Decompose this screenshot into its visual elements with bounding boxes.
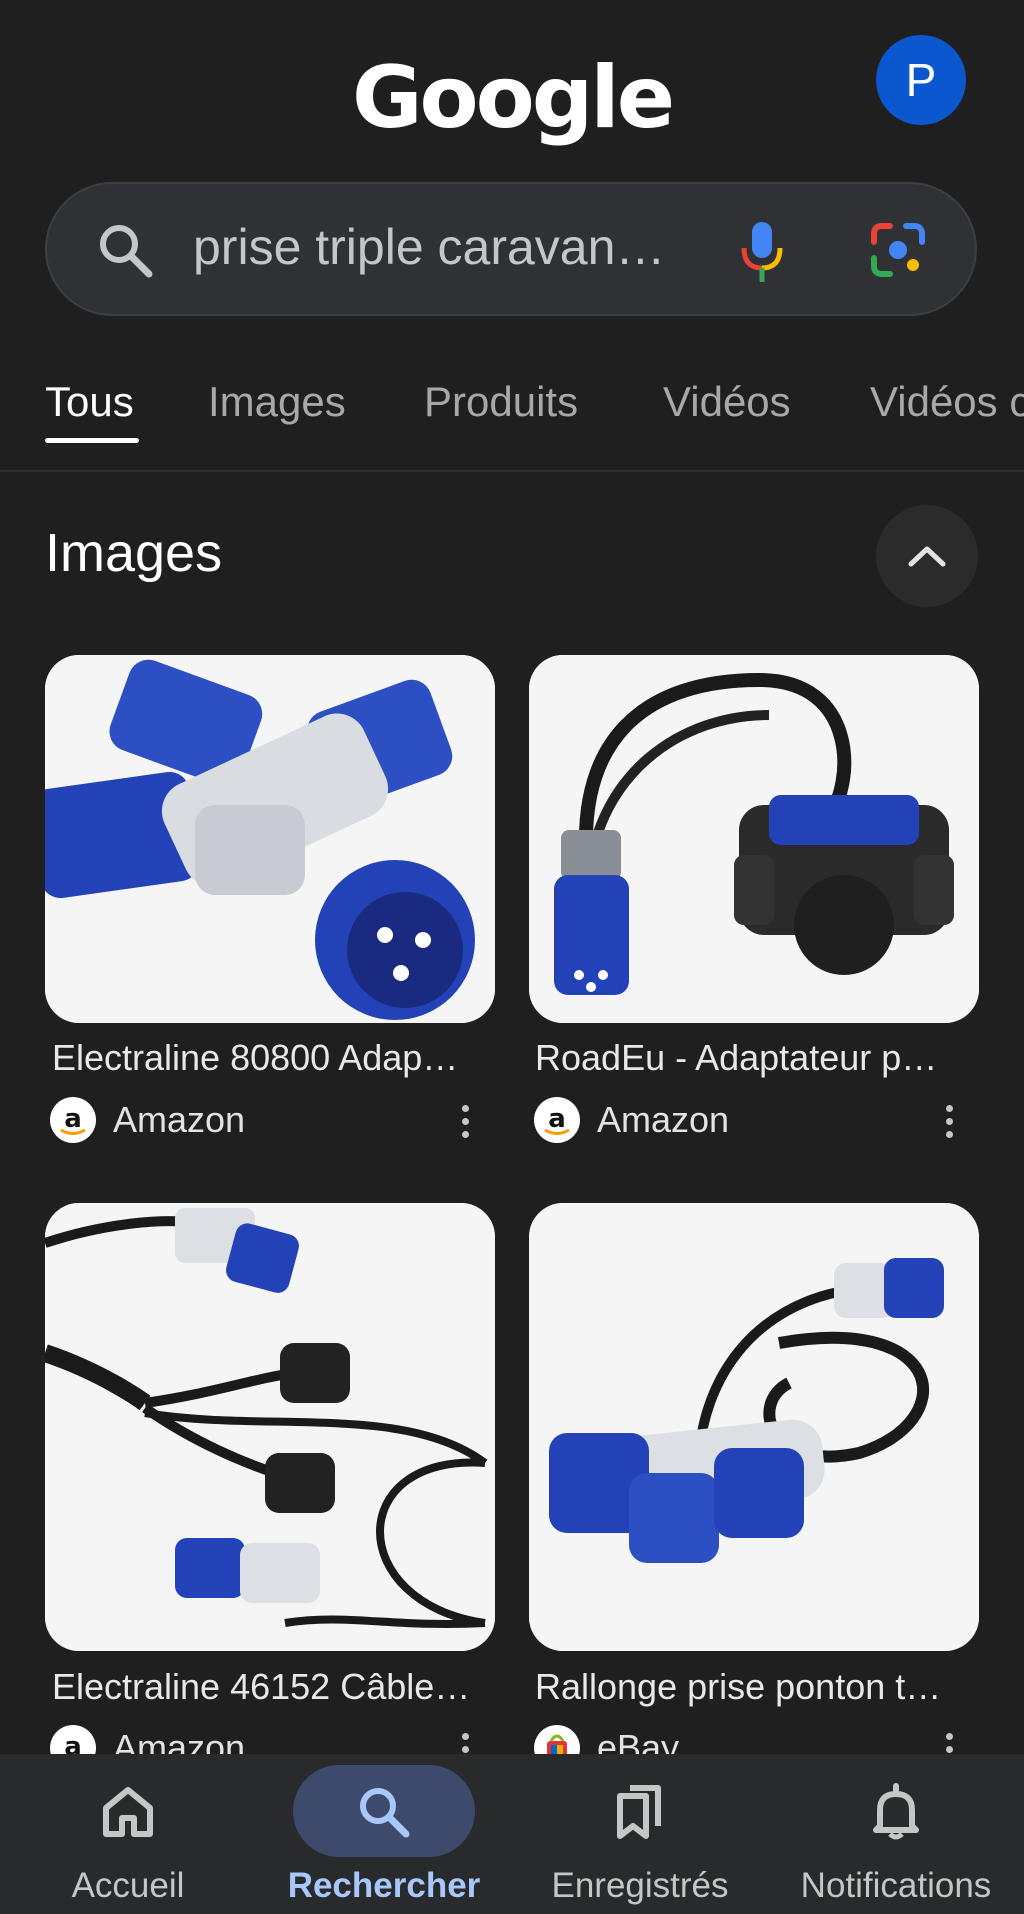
cable-adapter-image bbox=[529, 655, 979, 1023]
splitter-cable-image bbox=[45, 1203, 495, 1651]
nav-item-rechercher[interactable]: Rechercher bbox=[256, 1754, 512, 1914]
search-icon bbox=[360, 1788, 410, 1838]
tab-images[interactable]: Images bbox=[208, 378, 346, 426]
images-section-title: Images bbox=[45, 523, 223, 583]
svg-text:a: a bbox=[64, 1104, 82, 1134]
nav-label: Enregistrés bbox=[551, 1866, 729, 1905]
mic-icon[interactable] bbox=[736, 220, 788, 284]
search-input[interactable]: prise triple caravan… bbox=[193, 218, 665, 276]
chevron-up-icon bbox=[908, 546, 946, 567]
ponton-extension-image bbox=[529, 1203, 979, 1651]
tab-videos[interactable]: Vidéos bbox=[663, 378, 791, 426]
search-icon[interactable] bbox=[95, 220, 155, 280]
result-title-3[interactable]: Electraline 46152 Câble… bbox=[52, 1666, 492, 1708]
nav-label: Accueil bbox=[71, 1866, 185, 1905]
bottom-navigation: Accueil Rechercher Enregistrés Notificat… bbox=[0, 1754, 1024, 1914]
image-result-2[interactable] bbox=[529, 655, 979, 1023]
svg-text:a: a bbox=[548, 1104, 566, 1134]
plug-adapter-image bbox=[45, 655, 495, 1023]
lens-icon[interactable] bbox=[868, 220, 928, 280]
active-tab-indicator bbox=[45, 438, 139, 443]
more-options-icon[interactable] bbox=[459, 1105, 471, 1145]
image-result-1[interactable] bbox=[45, 655, 495, 1023]
tab-tous[interactable]: Tous bbox=[45, 378, 134, 426]
search-tabs: Tous Images Produits Vidéos Vidéos c bbox=[0, 360, 1024, 472]
result-title-2[interactable]: RoadEu - Adaptateur p… bbox=[535, 1037, 975, 1079]
account-avatar[interactable]: P bbox=[876, 35, 966, 125]
bell-icon bbox=[873, 1783, 919, 1840]
tab-produits[interactable]: Produits bbox=[424, 378, 578, 426]
home-icon bbox=[103, 1787, 153, 1837]
nav-label: Notifications bbox=[800, 1866, 992, 1905]
tab-videos-courtes[interactable]: Vidéos c bbox=[870, 378, 1024, 426]
result-title-4[interactable]: Rallonge prise ponton t… bbox=[535, 1666, 975, 1708]
amazon-icon: a bbox=[50, 1097, 96, 1143]
result-source-1: Amazon bbox=[113, 1099, 246, 1140]
bookmarks-icon bbox=[617, 1785, 661, 1839]
nav-label: Rechercher bbox=[287, 1866, 481, 1905]
google-logo[interactable]: Google bbox=[0, 48, 1024, 148]
header: Google P bbox=[0, 0, 1024, 180]
more-options-icon[interactable] bbox=[943, 1105, 955, 1145]
result-title-1[interactable]: Electraline 80800 Adap… bbox=[52, 1037, 492, 1079]
result-source-2: Amazon bbox=[597, 1099, 730, 1140]
image-result-3[interactable] bbox=[45, 1203, 495, 1651]
nav-item-enregistres[interactable]: Enregistrés bbox=[512, 1754, 768, 1914]
amazon-icon: a bbox=[534, 1097, 580, 1143]
nav-item-notifications[interactable]: Notifications bbox=[768, 1754, 1024, 1914]
collapse-button[interactable] bbox=[876, 505, 978, 607]
image-result-4[interactable] bbox=[529, 1203, 979, 1651]
nav-item-accueil[interactable]: Accueil bbox=[0, 1754, 256, 1914]
